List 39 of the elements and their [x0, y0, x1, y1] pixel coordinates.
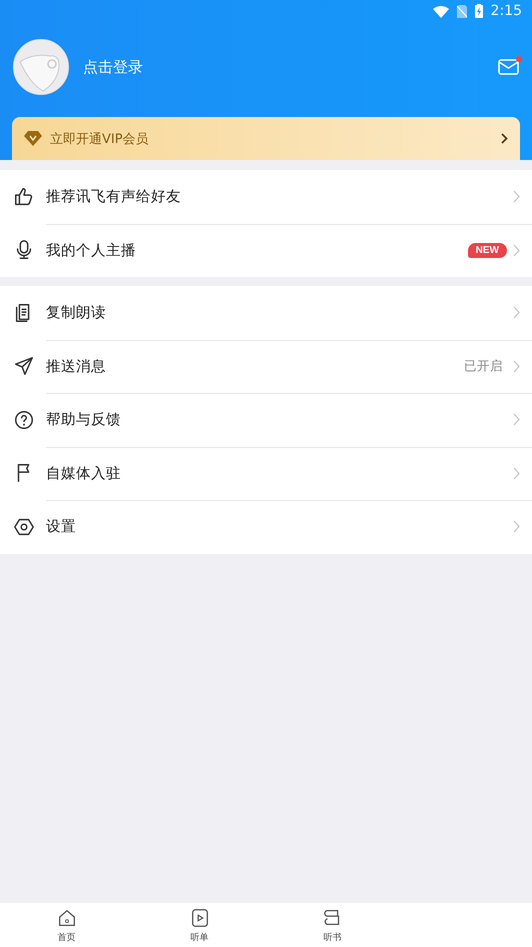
menu-label: 帮助与反馈 — [46, 411, 122, 430]
thumbs-up-icon — [13, 186, 35, 208]
unread-dot — [516, 56, 522, 62]
menu-item[interactable]: 推荐讯飞有声给好友 — [0, 170, 532, 224]
chevron-icon — [513, 466, 520, 480]
menu-item[interactable]: 自媒体入驻 — [0, 446, 532, 500]
nav-tab[interactable]: 听单 — [133, 903, 266, 947]
menu-label: 推送消息 — [46, 358, 107, 376]
menu-label: 设置 — [46, 518, 77, 536]
menu-item[interactable]: 帮助与反馈 — [0, 393, 532, 446]
menu-label: 我的个人主播 — [46, 242, 137, 260]
diamond-icon — [24, 131, 42, 146]
message-button[interactable] — [498, 58, 520, 76]
chevron-icon — [513, 306, 520, 320]
nav-tab[interactable]: 首页 — [0, 903, 133, 947]
menu-item[interactable]: 推送消息 已开启 — [0, 340, 532, 393]
nav-tab[interactable]: 听书 — [266, 903, 399, 947]
menu-item[interactable]: 设置 — [0, 500, 532, 554]
question-icon — [13, 408, 35, 431]
battery-icon — [474, 4, 483, 18]
vip-label: 立即开通VIP会员 — [50, 130, 150, 148]
chevron-icon — [513, 413, 520, 426]
no-sim-icon — [456, 4, 467, 18]
menu-item[interactable]: 我的个人主播 NEW — [0, 224, 532, 277]
wifi-icon — [432, 4, 449, 18]
clock-time: 2:15 — [490, 3, 522, 19]
menu-label: 自媒体入驻 — [46, 464, 122, 483]
chevron-icon — [501, 133, 508, 144]
menu-label: 推荐讯飞有声给好友 — [46, 188, 182, 206]
vip-banner[interactable]: 立即开通VIP会员 — [12, 117, 520, 160]
new-badge: NEW — [468, 242, 507, 258]
menu-item[interactable]: 复制朗读 — [0, 286, 532, 340]
status-text: 已开启 — [464, 358, 503, 375]
chevron-icon — [513, 360, 520, 373]
paper-plane-icon — [13, 355, 35, 378]
chevron-icon — [513, 244, 520, 257]
chevron-icon — [513, 520, 520, 534]
menu-label: 复制朗读 — [46, 304, 107, 322]
chevron-icon — [513, 190, 520, 204]
